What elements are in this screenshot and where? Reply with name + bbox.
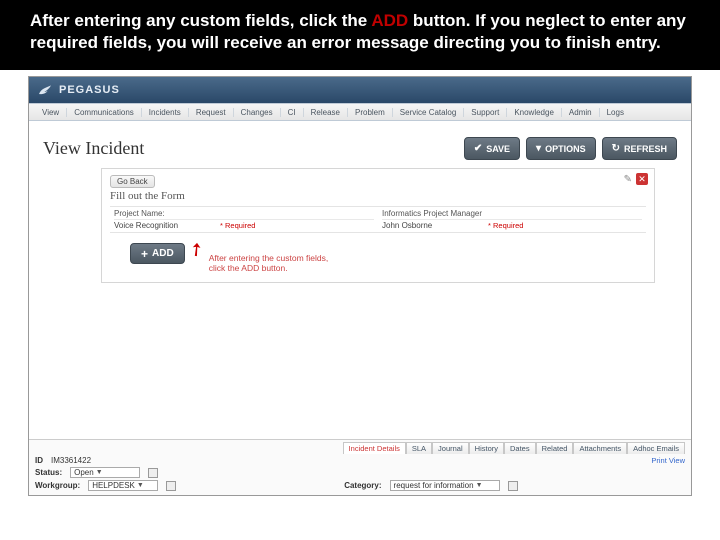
- tab-adhoc-emails[interactable]: Adhoc Emails: [627, 442, 685, 454]
- callout-text: After entering the custom fields, click …: [209, 253, 339, 273]
- id-value: IM3361422: [51, 456, 91, 465]
- callout: ➚ After entering the custom fields, clic…: [195, 245, 339, 273]
- field-project-manager: Informatics Project Manager Required: [378, 207, 646, 232]
- tab-sla[interactable]: SLA: [406, 442, 432, 454]
- plus-icon: +: [141, 249, 148, 259]
- nav-changes[interactable]: Changes: [234, 108, 281, 117]
- workgroup-select[interactable]: HELPDESK▼: [88, 480, 158, 491]
- action-buttons: ✔ SAVE ▾ OPTIONS ↻ REFRESH: [464, 137, 677, 160]
- project-name-input[interactable]: [114, 221, 214, 230]
- field-label: Informatics Project Manager: [382, 208, 642, 220]
- category-label: Category:: [344, 481, 381, 490]
- add-button[interactable]: + ADD: [130, 243, 185, 264]
- save-label: SAVE: [486, 144, 510, 154]
- go-back-button[interactable]: Go Back: [110, 175, 155, 188]
- field-label: Project Name:: [114, 208, 374, 220]
- bottom-bar: Incident Details SLA Journal History Dat…: [29, 439, 691, 495]
- category-action-icon[interactable]: [508, 481, 518, 491]
- id-label: ID: [35, 456, 43, 465]
- brand: PEGASUS: [37, 82, 120, 98]
- check-icon: ✔: [474, 143, 482, 154]
- refresh-label: REFRESH: [624, 144, 667, 154]
- print-view-link[interactable]: Print View: [651, 456, 685, 465]
- status-row-1: ID IM3361422 Print View: [35, 456, 685, 465]
- status-select[interactable]: Open▼: [70, 467, 140, 478]
- chevron-down-icon: ▼: [137, 482, 144, 489]
- field-row: Project Name: Required Informatics Proje…: [110, 206, 646, 233]
- caption-add-word: ADD: [371, 11, 408, 30]
- pegasus-icon: [37, 82, 53, 98]
- nav-communications[interactable]: Communications: [67, 108, 142, 117]
- detail-tabs: Incident Details SLA Journal History Dat…: [35, 442, 685, 454]
- nav-incidents[interactable]: Incidents: [142, 108, 189, 117]
- nav-problem[interactable]: Problem: [348, 108, 393, 117]
- chevron-down-icon: ▼: [476, 482, 483, 489]
- chevron-down-icon: ▾: [536, 143, 541, 154]
- options-button[interactable]: ▾ OPTIONS: [526, 137, 596, 160]
- nav-bar: View Communications Incidents Request Ch…: [29, 103, 691, 121]
- nav-logs[interactable]: Logs: [600, 108, 631, 117]
- field-project-name: Project Name: Required: [110, 207, 378, 232]
- tab-journal[interactable]: Journal: [432, 442, 469, 454]
- required-badge: Required: [488, 221, 523, 230]
- refresh-button[interactable]: ↻ REFRESH: [602, 137, 677, 160]
- nav-knowledge[interactable]: Knowledge: [507, 108, 562, 117]
- workgroup-value: HELPDESK: [92, 481, 135, 490]
- nav-service-catalog[interactable]: Service Catalog: [393, 108, 464, 117]
- app-window: PEGASUS View Communications Incidents Re…: [28, 76, 692, 496]
- page-title: View Incident: [43, 138, 144, 159]
- app-header: PEGASUS: [29, 77, 691, 103]
- caption-text-before: After entering any custom fields, click …: [30, 11, 371, 30]
- nav-request[interactable]: Request: [189, 108, 234, 117]
- arrow-icon: ➚: [184, 237, 209, 263]
- status-row-3: Workgroup: HELPDESK▼ Category: request f…: [35, 480, 685, 491]
- workgroup-label: Workgroup:: [35, 481, 80, 490]
- add-label: ADD: [152, 248, 174, 259]
- nav-release[interactable]: Release: [304, 108, 348, 117]
- nav-ci[interactable]: CI: [281, 108, 304, 117]
- category-select[interactable]: request for information▼: [390, 480, 500, 491]
- refresh-icon: ↻: [612, 143, 620, 154]
- brand-text: PEGASUS: [59, 84, 120, 96]
- save-button[interactable]: ✔ SAVE: [464, 137, 520, 160]
- required-badge: Required: [220, 221, 255, 230]
- options-label: OPTIONS: [545, 144, 586, 154]
- panel-title: Fill out the Form: [110, 190, 646, 202]
- form-panel: ✎ ✕ Go Back Fill out the Form Project Na…: [101, 168, 655, 282]
- status-row-2: Status: Open▼: [35, 467, 685, 478]
- status-action-icon[interactable]: [148, 468, 158, 478]
- slide-caption: After entering any custom fields, click …: [0, 0, 720, 70]
- category-value: request for information: [394, 481, 474, 490]
- nav-support[interactable]: Support: [464, 108, 507, 117]
- project-manager-input[interactable]: [382, 221, 482, 230]
- wand-icon[interactable]: ✎: [624, 174, 632, 185]
- tab-attachments[interactable]: Attachments: [573, 442, 627, 454]
- status-value: Open: [74, 468, 94, 477]
- chevron-down-icon: ▼: [96, 469, 103, 476]
- nav-admin[interactable]: Admin: [562, 108, 600, 117]
- tab-incident-details[interactable]: Incident Details: [343, 442, 406, 454]
- tab-history[interactable]: History: [469, 442, 504, 454]
- page-header: View Incident ✔ SAVE ▾ OPTIONS ↻ REFRESH: [29, 121, 691, 166]
- tab-related[interactable]: Related: [536, 442, 574, 454]
- add-row: + ADD ➚ After entering the custom fields,…: [110, 243, 646, 273]
- close-icon[interactable]: ✕: [636, 173, 648, 185]
- status-label: Status:: [35, 468, 62, 477]
- panel-tools: ✎ ✕: [624, 173, 648, 185]
- workgroup-action-icon[interactable]: [166, 481, 176, 491]
- nav-view[interactable]: View: [35, 108, 67, 117]
- tab-dates[interactable]: Dates: [504, 442, 536, 454]
